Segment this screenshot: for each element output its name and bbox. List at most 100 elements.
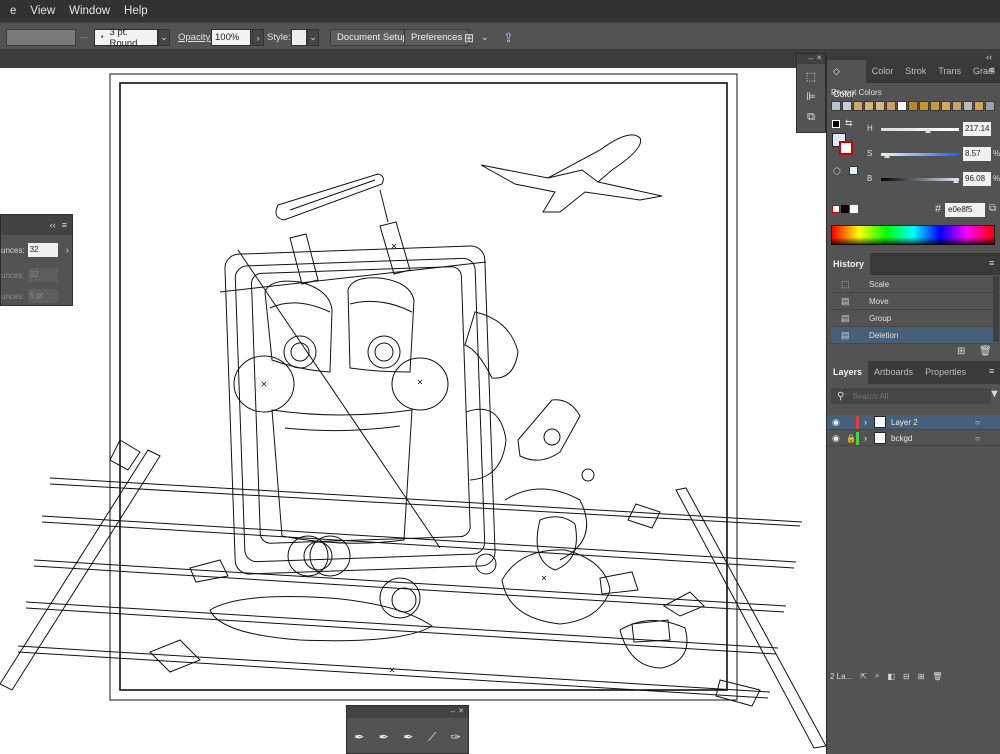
clipping-mask-icon[interactable]: ◧ xyxy=(887,672,895,681)
tab-layers[interactable]: Layers xyxy=(827,361,869,384)
tab-color[interactable]: ◇ Color xyxy=(827,60,866,99)
align-icon[interactable]: ⊫ xyxy=(803,90,819,104)
brightness-slider-thumb[interactable] xyxy=(953,178,959,183)
visibility-eye-icon[interactable]: ◉ xyxy=(832,417,846,428)
dock-header[interactable]: ↔ ✕ xyxy=(797,54,825,64)
copy-icon[interactable]: ⧉ xyxy=(989,203,996,214)
vector-artwork[interactable] xyxy=(0,68,826,754)
recent-color-swatch[interactable] xyxy=(908,101,918,111)
opacity-input[interactable]: 100% xyxy=(211,29,251,46)
visibility-eye-icon[interactable]: ◉ xyxy=(832,433,846,444)
hue-slider-thumb[interactable] xyxy=(925,128,931,133)
panel-menu-icon[interactable]: ≡ xyxy=(989,259,997,268)
recent-color-swatch[interactable] xyxy=(963,101,973,111)
history-item[interactable]: ▤ Group xyxy=(831,310,995,327)
tab-artboards[interactable]: Artboards xyxy=(868,361,919,384)
collect-export-icon[interactable]: ⇱ xyxy=(860,672,867,681)
chevron-right-icon[interactable]: › xyxy=(252,29,264,46)
recent-color-swatch[interactable] xyxy=(952,101,962,111)
menu-item-view[interactable]: View xyxy=(30,5,55,17)
panel-menu-icon[interactable]: ≡ xyxy=(989,367,997,376)
transform-icon[interactable]: ⬚ xyxy=(803,70,819,84)
panel-menu-icon[interactable]: ≡ xyxy=(62,220,67,230)
history-item[interactable]: ▤ Deletion xyxy=(831,327,995,344)
history-item[interactable]: ▤ Move xyxy=(831,293,995,310)
preferences-button[interactable]: Preferences xyxy=(404,29,470,46)
layer-row[interactable]: ◉ › Layer 2 ○ xyxy=(827,415,1000,430)
menu-item-edit[interactable]: e xyxy=(10,5,16,17)
pen-icon[interactable]: ✒ xyxy=(354,730,364,745)
hex-input[interactable]: e0e8f5 xyxy=(945,203,985,217)
saturation-slider-thumb[interactable] xyxy=(884,153,890,158)
tab-transparency[interactable]: Trans xyxy=(932,60,967,83)
new-layer-icon[interactable]: ⊞ xyxy=(918,672,925,681)
hue-input[interactable]: 217.14 xyxy=(963,122,991,136)
pathfinder-icon[interactable]: ⧉ xyxy=(803,110,819,124)
recent-color-swatch[interactable] xyxy=(886,101,896,111)
brightness-slider[interactable] xyxy=(881,178,959,181)
white-swatch[interactable] xyxy=(850,205,858,213)
history-scrollbar[interactable] xyxy=(993,276,999,342)
tab-color-guide[interactable]: Color xyxy=(866,60,900,83)
collapse-icon[interactable]: ‹‹ xyxy=(50,220,56,230)
menu-item-help[interactable]: Help xyxy=(124,5,148,17)
brightness-input[interactable]: 96.08 xyxy=(963,172,991,186)
saturation-input[interactable]: 8.57 xyxy=(963,147,991,161)
black-swatch[interactable] xyxy=(841,205,849,213)
hue-slider[interactable] xyxy=(881,128,959,131)
recent-color-swatch[interactable] xyxy=(919,101,929,111)
option-input[interactable]: 32 xyxy=(27,243,58,257)
recent-color-swatch[interactable] xyxy=(853,101,863,111)
recent-color-swatch[interactable] xyxy=(985,101,995,111)
opacity-label[interactable]: Opacity: xyxy=(178,29,213,46)
history-item[interactable]: ⬚ Scale xyxy=(831,276,995,293)
style-swatch[interactable] xyxy=(291,29,307,46)
recent-color-swatch[interactable] xyxy=(864,101,874,111)
recent-color-swatch[interactable] xyxy=(930,101,940,111)
filter-icon[interactable]: ▼ xyxy=(989,388,1000,400)
toolbar-header[interactable]: ↔ ✕ xyxy=(347,706,468,718)
layer-row[interactable]: ◉ 🔒 › bckgd ○ xyxy=(827,431,1000,446)
layer-name[interactable]: bckgd xyxy=(891,434,975,443)
recent-color-swatch[interactable] xyxy=(974,101,984,111)
layer-name[interactable]: Layer 2 xyxy=(891,418,975,427)
new-sublayer-icon[interactable]: ⊟ xyxy=(903,672,910,681)
chevron-down-icon[interactable]: ⌄ xyxy=(158,29,170,46)
lock-icon[interactable]: 🔒 xyxy=(846,434,856,443)
search-input[interactable] xyxy=(852,390,973,402)
chevron-right-icon[interactable]: › xyxy=(66,245,69,256)
document-setup-button[interactable]: Document Setup xyxy=(330,29,415,46)
saturation-slider[interactable] xyxy=(881,153,959,156)
delete-anchor-icon[interactable]: ✒ xyxy=(403,730,413,745)
chevron-right-icon[interactable]: › xyxy=(864,417,874,427)
stroke-weight-field[interactable] xyxy=(6,29,76,46)
export-icon[interactable]: ⇪ xyxy=(503,29,514,46)
chevron-down-icon[interactable]: ⌄ xyxy=(481,29,489,46)
brush-profile-dropdown[interactable]: • 3 pt. Round xyxy=(94,27,158,49)
tab-properties[interactable]: Properties xyxy=(919,361,972,384)
tab-history[interactable]: History xyxy=(827,253,871,275)
anchor-point-icon[interactable]: ⟋ xyxy=(428,730,436,745)
target-icon[interactable]: ○ xyxy=(975,418,980,427)
add-anchor-icon[interactable]: ✒ xyxy=(379,730,389,745)
none-swatch[interactable] xyxy=(832,205,840,213)
recent-colors-label: Recent Colors xyxy=(831,88,882,97)
delete-icon[interactable]: 🗑 xyxy=(979,346,992,357)
recent-color-swatch[interactable] xyxy=(842,101,852,111)
recent-color-swatch[interactable] xyxy=(941,101,951,111)
artboard-canvas[interactable] xyxy=(0,68,826,754)
delete-icon[interactable]: 🗑 xyxy=(932,672,942,681)
menu-item-window[interactable]: Window xyxy=(69,5,110,17)
arrange-icon[interactable]: ⊞ xyxy=(464,29,474,46)
recent-color-swatch[interactable] xyxy=(831,101,841,111)
recent-color-swatch[interactable] xyxy=(897,101,907,111)
panel-menu-icon[interactable]: ≡ xyxy=(989,66,997,75)
chevron-right-icon[interactable]: › xyxy=(864,433,874,443)
chevron-down-icon[interactable]: ⌄ xyxy=(307,29,319,46)
target-icon[interactable]: ○ xyxy=(975,434,980,443)
locate-object-icon[interactable]: ⌕ xyxy=(875,671,879,681)
new-snapshot-icon[interactable]: ⊞ xyxy=(957,346,965,357)
recent-color-swatch[interactable] xyxy=(875,101,885,111)
curvature-icon[interactable]: ✑ xyxy=(451,730,461,745)
tab-stroke[interactable]: Strok xyxy=(899,60,932,83)
